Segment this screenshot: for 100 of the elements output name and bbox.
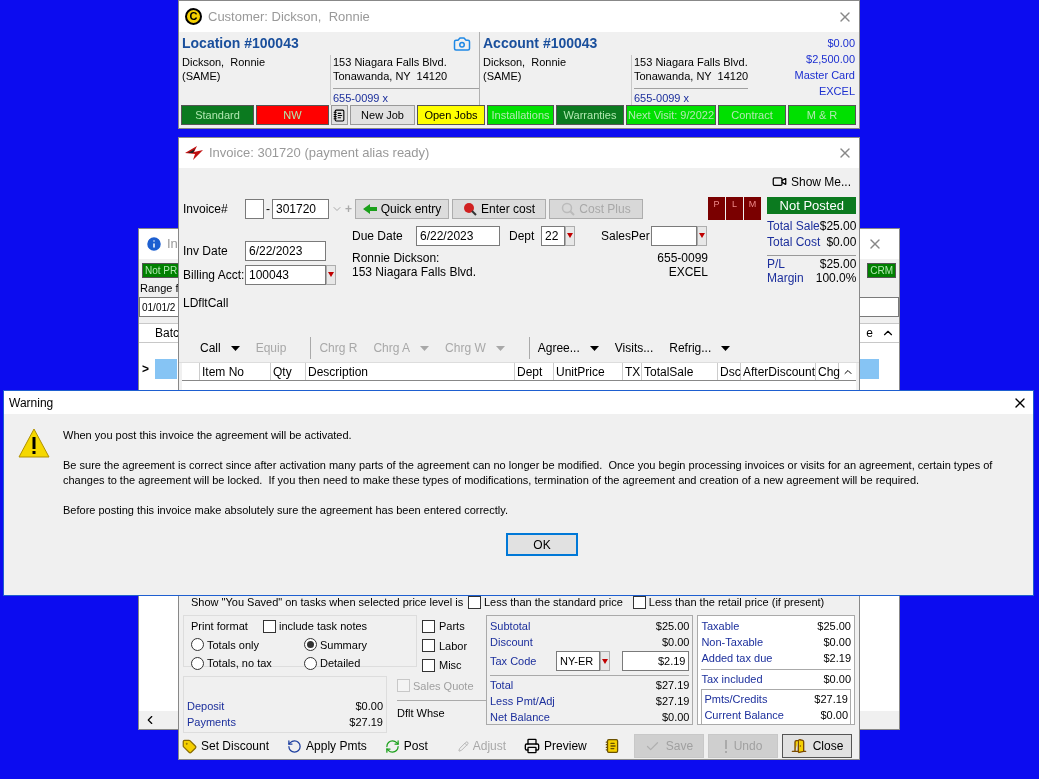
action-button[interactable]: Quick entry xyxy=(355,198,449,219)
column-header[interactable]: TX xyxy=(623,363,642,381)
checkbox-label: Labor xyxy=(439,638,468,654)
flag-button[interactable]: L xyxy=(726,196,743,220)
dropdown-button[interactable] xyxy=(326,264,336,285)
status-banner: Not Posted xyxy=(767,196,857,214)
account-info: $0.00 xyxy=(827,36,855,51)
column-header[interactable]: Description xyxy=(306,363,515,381)
default-call-label: LDfltCall xyxy=(183,294,230,312)
toolbar-menu[interactable]: Agree... xyxy=(537,339,599,358)
toolbar-menu[interactable]: Refrig... xyxy=(669,339,731,358)
new-job-button[interactable]: New Job xyxy=(350,105,415,125)
column-header[interactable]: TotalSale xyxy=(642,363,718,381)
notes-button[interactable] xyxy=(331,105,348,125)
dropdown-button[interactable] xyxy=(697,225,707,246)
status-tag[interactable]: Open Jobs xyxy=(417,105,485,125)
toolbar-button[interactable]: Set Discount xyxy=(182,737,270,756)
customer-name-note: (SAME) xyxy=(483,69,523,83)
status-tag[interactable]: CRM xyxy=(867,263,896,278)
bill-to-text: Ronnie Dickson: xyxy=(352,250,441,265)
total-value: $27.19 xyxy=(655,678,690,694)
column-header[interactable]: UnitPrice xyxy=(554,363,623,381)
total-value: $0.00 xyxy=(823,672,851,688)
camera-icon[interactable] xyxy=(453,34,471,53)
flag-button[interactable]: P xyxy=(708,196,725,220)
toolbar-button[interactable]: Apply Pmts xyxy=(287,737,367,756)
toolbar-button[interactable]: Preview xyxy=(524,737,587,756)
prefix-field[interactable] xyxy=(245,198,264,219)
dropdown-button[interactable] xyxy=(600,651,610,672)
selected-row-cell[interactable] xyxy=(155,359,177,379)
caret-icon xyxy=(567,233,573,238)
date-field[interactable]: 01/01/2 xyxy=(139,297,179,317)
column-header[interactable]: Batc xyxy=(155,324,179,342)
column-header[interactable]: e xyxy=(866,324,873,342)
status-tag[interactable]: Not PR xyxy=(142,263,181,278)
address-line: 153 Niagara Falls Blvd. xyxy=(333,55,448,69)
total-label: Total Sale xyxy=(767,217,820,234)
date-field[interactable]: 6/22/2023 xyxy=(416,225,500,246)
tax-code-field[interactable]: NY-ER xyxy=(556,651,600,672)
date-field[interactable]: 6/22/2023 xyxy=(245,240,326,261)
warning-message: Be sure the agreement is correct since after activation many parts of the agreement can no longer be modified. Once you begin processing invoices or visits for an agreement, certain types of changes to the agreement will be locked. If you then need to make these types of modifications, termination of the agreement and creation of a new agreement will be required. xyxy=(63,458,994,488)
column-header[interactable]: Chg xyxy=(816,363,839,381)
notepad-icon[interactable] xyxy=(604,738,620,755)
toolbar-button[interactable]: Post xyxy=(384,737,428,756)
customer-name: Dickson, Ronnie xyxy=(182,55,267,69)
pencil-icon xyxy=(457,740,469,752)
ok-button[interactable]: OK xyxy=(506,533,578,556)
dialog-button[interactable]: Close xyxy=(782,734,852,759)
dropdown-button[interactable] xyxy=(565,225,575,246)
radio-button[interactable] xyxy=(304,656,317,670)
checkbox[interactable] xyxy=(422,639,435,653)
status-tag[interactable]: Warranties xyxy=(556,105,624,125)
column-header[interactable]: AfterDiscount xyxy=(741,363,816,381)
field-label: Due Date xyxy=(352,227,404,245)
invoice-number-field[interactable]: 301720 xyxy=(272,198,329,219)
warning-message: Before posting this invoice make absolutely sure the agreement has been entered correctly. xyxy=(63,503,509,518)
checkbox[interactable] xyxy=(422,619,435,633)
total-value: $27.19 xyxy=(814,692,848,708)
tag-icon xyxy=(182,738,197,754)
selected-row-cell[interactable] xyxy=(859,359,879,379)
column-header[interactable]: Dept xyxy=(515,363,554,381)
radio-button[interactable] xyxy=(191,656,204,670)
show-me-button[interactable]: Show Me... xyxy=(771,172,851,192)
magnifier-icon xyxy=(561,201,576,216)
caret-icon xyxy=(328,272,334,277)
total-value: $0.00 xyxy=(826,233,857,250)
refresh-icon xyxy=(384,738,400,754)
checkbox[interactable] xyxy=(422,658,435,672)
total-value: $27.19 xyxy=(655,694,690,710)
total-label: Less Pmt/Adj xyxy=(490,694,555,710)
total-label: Pmts/Credits xyxy=(704,692,768,708)
group-label: Print format xyxy=(191,619,249,635)
toolbar-menu[interactable]: Visits... xyxy=(614,339,654,358)
dept-field[interactable]: 22 xyxy=(541,225,565,246)
field-label: Dept xyxy=(509,227,536,245)
account-field[interactable]: 100043 xyxy=(245,264,326,285)
toolbar-menu[interactable]: Call xyxy=(200,339,240,358)
radio-button[interactable] xyxy=(191,638,204,652)
caret-icon xyxy=(420,345,430,351)
flag-button[interactable]: M xyxy=(744,196,761,220)
field-label: Invoice# xyxy=(183,200,229,218)
checkbox[interactable] xyxy=(263,619,276,633)
action-button[interactable]: Enter cost xyxy=(452,198,546,219)
tax-amount-field[interactable]: $2.19 xyxy=(622,651,690,672)
status-tag[interactable]: Standard xyxy=(181,105,254,125)
contact-text: EXCEL xyxy=(668,264,708,279)
column-header[interactable]: Dsc xyxy=(718,363,741,381)
address-line: Tonawanda, NY 14120 xyxy=(634,69,749,83)
total-label: Net Balance xyxy=(490,710,550,726)
column-header[interactable]: Item No xyxy=(200,363,271,381)
section-heading: Account #100043 xyxy=(483,34,598,53)
field-edge[interactable] xyxy=(859,297,899,317)
caret-icon xyxy=(495,345,505,351)
radio-button[interactable] xyxy=(304,638,317,652)
total-label: Non-Taxable xyxy=(701,635,764,651)
total-value: $0.00 xyxy=(661,710,690,726)
window-title: In xyxy=(167,235,178,254)
column-header[interactable]: Qty xyxy=(271,363,306,381)
field-label: Billing Acct: xyxy=(183,266,245,284)
salesperson-field[interactable] xyxy=(651,225,697,246)
